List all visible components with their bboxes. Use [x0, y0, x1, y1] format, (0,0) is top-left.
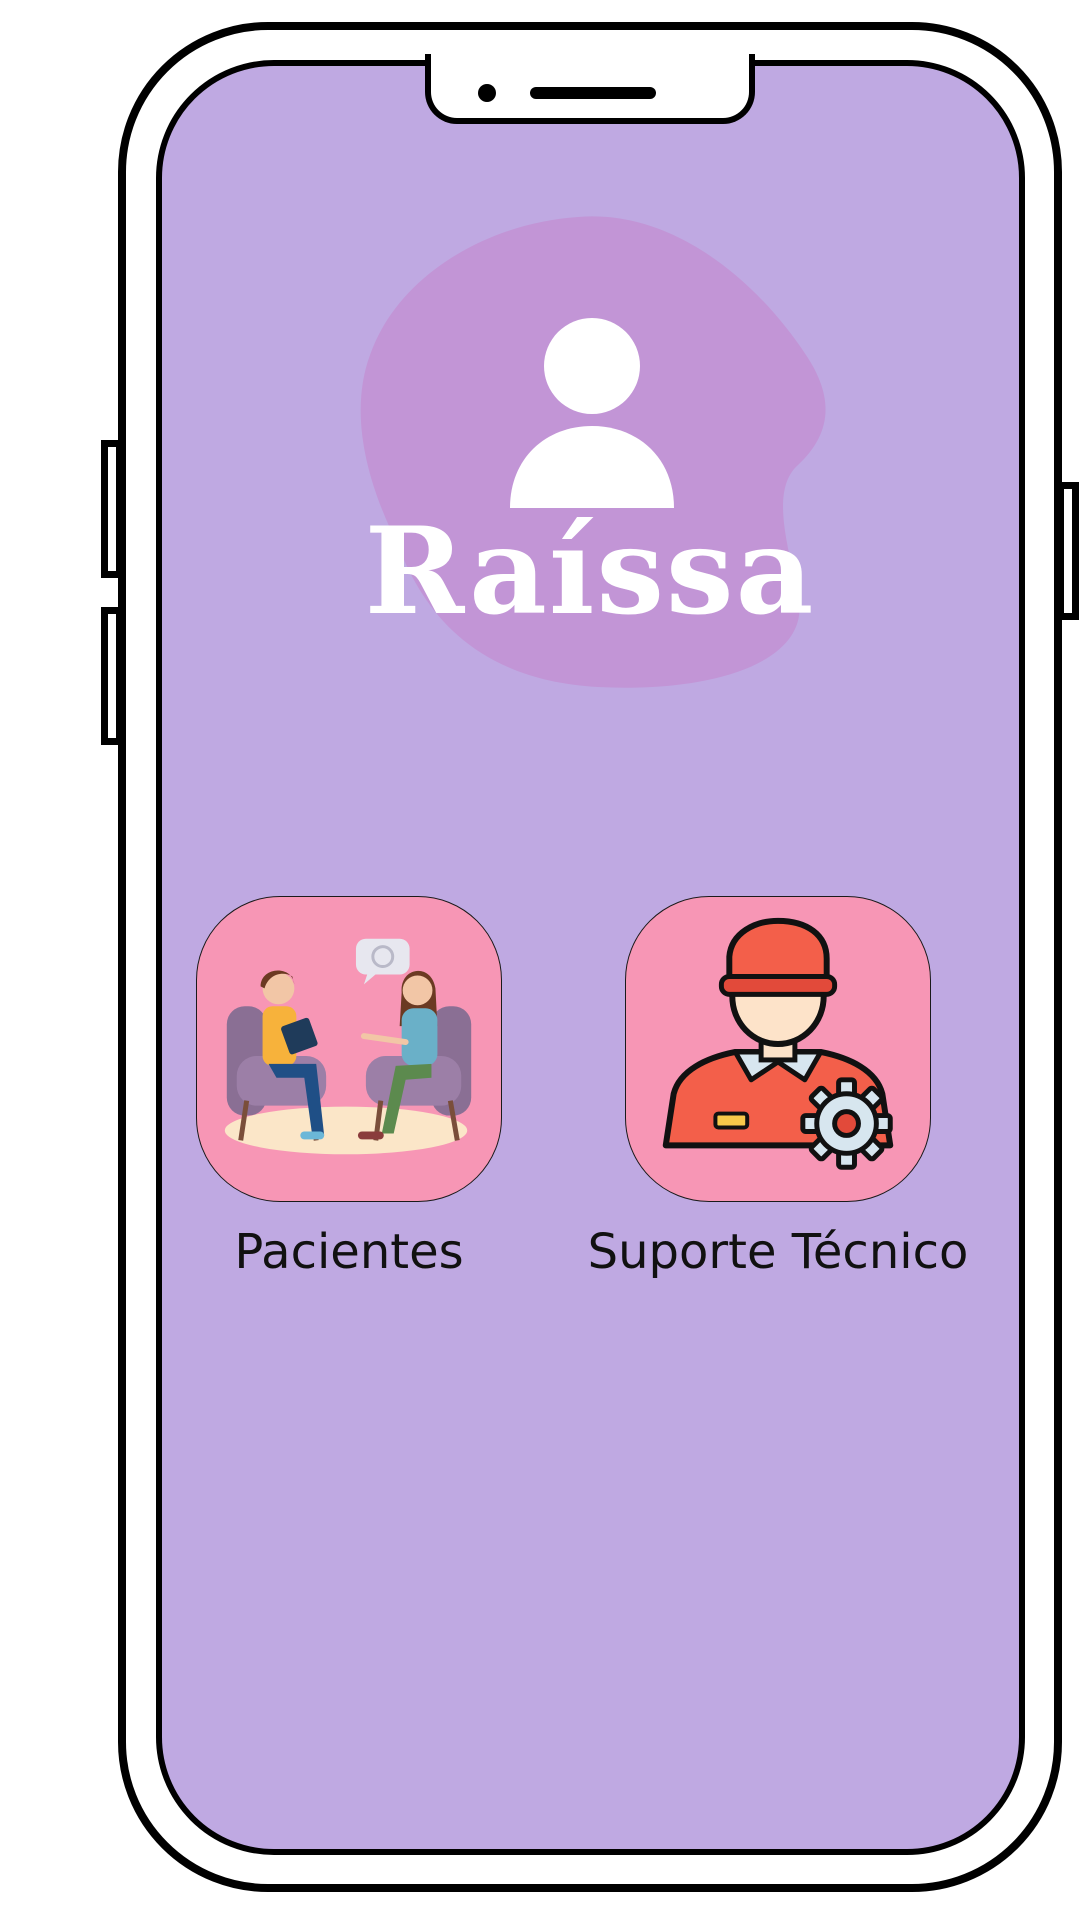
brand-name: Raíssa [364, 501, 816, 642]
therapy-session-icon [224, 938, 472, 1155]
technician-gear-icon [662, 917, 894, 1170]
earpiece-speaker [530, 87, 656, 99]
front-camera-icon [478, 84, 496, 102]
phone-notch [425, 54, 755, 124]
patients-label: Pacientes [234, 1224, 464, 1280]
user-icon [510, 318, 674, 508]
tech-support-label: Suporte Técnico [587, 1224, 969, 1280]
tech-support-button[interactable] [625, 896, 931, 1202]
patients-button[interactable] [196, 896, 502, 1202]
